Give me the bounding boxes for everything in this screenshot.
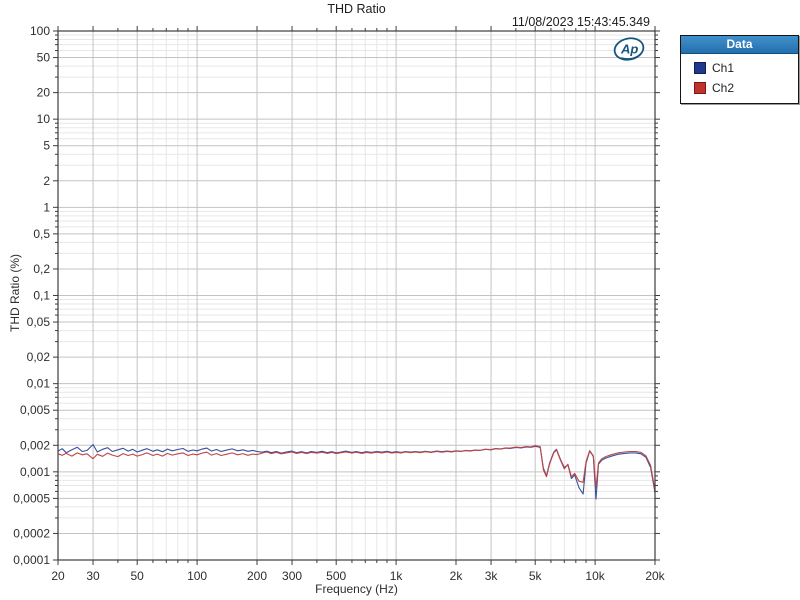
x-tick-label: 500 <box>326 569 346 583</box>
x-tick-label: 3k <box>485 569 499 583</box>
x-tick-label: 300 <box>282 569 302 583</box>
y-tick-label: 0,2 <box>33 262 50 276</box>
legend-label-ch2: Ch2 <box>712 81 734 95</box>
y-tick-label: 0,5 <box>33 227 50 241</box>
x-tick-label: 20 <box>51 569 65 583</box>
y-tick-label: 0,005 <box>20 403 50 417</box>
x-tick-label: 10k <box>585 569 605 583</box>
x-tick-label: 2k <box>450 569 464 583</box>
ch1-color-swatch-icon <box>694 62 706 74</box>
y-tick-label: 0,1 <box>33 289 50 303</box>
ch2-color-swatch-icon <box>694 82 706 94</box>
y-tick-label: 0,001 <box>20 465 50 479</box>
legend-panel[interactable]: Data Ch1 Ch2 <box>680 35 799 104</box>
ap-logo-text: Ap <box>620 42 638 57</box>
legend-item-ch2[interactable]: Ch2 <box>681 78 798 98</box>
legend-item-ch1[interactable]: Ch1 <box>681 58 798 78</box>
x-tick-label: 100 <box>187 569 207 583</box>
y-tick-label: 0,002 <box>20 438 50 452</box>
y-tick-label: 100 <box>30 24 50 38</box>
axis-tick-labels: 20 30 50 100 200 300 500 1k 2k 3k 5k 10k 20k 100 50 20 1… <box>13 24 665 583</box>
y-tick-label: 0,0005 <box>13 491 50 505</box>
y-tick-label: 20 <box>37 86 51 100</box>
legend-items: Ch1 Ch2 <box>681 54 798 103</box>
y-tick-label: 0,01 <box>27 377 51 391</box>
y-tick-label: 0,0001 <box>13 553 50 567</box>
x-tick-label: 20k <box>645 569 665 583</box>
legend-header[interactable]: Data <box>681 36 798 54</box>
y-tick-label: 0,0002 <box>13 526 50 540</box>
y-axis-title: THD Ratio (%) <box>8 254 22 332</box>
x-tick-label: 1k <box>390 569 404 583</box>
trace-ch2 <box>58 446 655 490</box>
thd-ratio-graph-window: THD Ratio 11/08/2023 15:43:45.349 203050… <box>0 0 800 600</box>
y-tick-label: 2 <box>43 174 50 188</box>
x-tick-label: 200 <box>247 569 267 583</box>
y-tick-label: 0,05 <box>27 315 51 329</box>
y-tick-label: 5 <box>43 139 50 153</box>
y-tick-label: 50 <box>37 51 51 65</box>
x-tick-label: 50 <box>131 569 145 583</box>
legend-label-ch1: Ch1 <box>712 61 734 75</box>
x-axis-title: Frequency (Hz) <box>58 582 655 596</box>
y-tick-label: 0,02 <box>27 350 51 364</box>
y-tick-label: 10 <box>37 112 51 126</box>
x-tick-label: 30 <box>86 569 100 583</box>
x-tick-label: 5k <box>529 569 543 583</box>
grid-lines <box>58 31 655 560</box>
y-tick-label: 1 <box>43 200 50 214</box>
